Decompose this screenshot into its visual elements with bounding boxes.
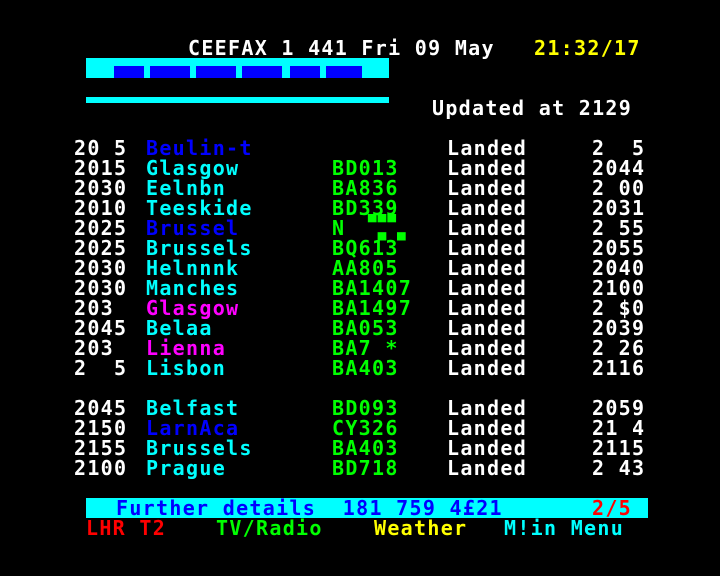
fastext-red-link[interactable]: LHR T2 <box>86 518 166 538</box>
flight-actual-time: 2031 <box>592 196 646 220</box>
flight-number: BD718 <box>332 456 399 480</box>
banner-block-1 <box>114 66 144 78</box>
flight-status: Landed <box>447 456 528 480</box>
flight-number: BA053 <box>332 316 399 340</box>
flight-actual-time: 2059 <box>592 396 646 420</box>
flight-number: BD093 <box>332 396 399 420</box>
flight-time: 2025 <box>74 236 128 260</box>
flight-actual-time: 2 00 <box>592 176 646 200</box>
banner-block-3 <box>196 66 236 78</box>
fastext-green-link[interactable]: TV/Radio <box>216 518 323 538</box>
flight-time: 2030 <box>74 176 128 200</box>
further-details: Further details 181 759 4£21 <box>116 496 503 520</box>
flight-status: Landed <box>447 196 528 220</box>
flight-status: Landed <box>447 176 528 200</box>
flight-time: 2 5 <box>74 356 128 380</box>
flight-actual-time: 2044 <box>592 156 646 180</box>
flight-origin: Prague <box>146 456 227 480</box>
flight-status: Landed <box>447 216 528 240</box>
flight-time: 20 5 <box>74 136 128 160</box>
flight-origin: Brussels <box>146 236 253 260</box>
flight-status: Landed <box>447 276 528 300</box>
flight-status: Landed <box>447 356 528 380</box>
flight-status: Landed <box>447 156 528 180</box>
flight-time: 2155 <box>74 436 128 460</box>
flight-actual-time: 2100 <box>592 276 646 300</box>
flight-origin: Teeskide <box>146 196 253 220</box>
flight-number: BA403 <box>332 436 399 460</box>
page-header: CEEFAX 1 441 Fri 09 May <box>188 36 495 60</box>
flight-actual-time: 21 4 <box>592 416 646 440</box>
banner-block-5 <box>290 66 320 78</box>
fastext-cyan-link[interactable]: M!in Menu <box>504 518 624 538</box>
flight-time: 203 <box>74 296 115 320</box>
flight-status: Landed <box>447 416 528 440</box>
flight-origin: Beulin-t <box>146 136 253 160</box>
flight-origin: Brussels <box>146 436 253 460</box>
flight-status: Landed <box>447 396 528 420</box>
flight-origin: Brussel <box>146 216 240 240</box>
banner-block-2 <box>150 66 190 78</box>
flight-status: Landed <box>447 436 528 460</box>
flight-origin: Glasgow <box>146 296 240 320</box>
flight-actual-time: 2 43 <box>592 456 646 480</box>
flight-time: 2100 <box>74 456 128 480</box>
flight-origin: Helnnnk <box>146 256 240 280</box>
flight-time: 203 <box>74 336 115 360</box>
flight-status: Landed <box>447 256 528 280</box>
flight-actual-time: 2055 <box>592 236 646 260</box>
fastext-yellow-link[interactable]: Weather <box>374 518 467 538</box>
flight-status: Landed <box>447 236 528 260</box>
flight-number: AA805 <box>332 256 399 280</box>
flight-actual-time: 2 55 <box>592 216 646 240</box>
flight-status: Landed <box>447 136 528 160</box>
flight-time: 2150 <box>74 416 128 440</box>
flight-origin: Lienna <box>146 336 227 360</box>
flight-time: 2045 <box>74 316 128 340</box>
banner-block-6 <box>326 66 362 78</box>
flight-status: Landed <box>447 316 528 340</box>
flight-actual-time: 2 5 <box>592 136 646 160</box>
flight-actual-time: 2040 <box>592 256 646 280</box>
flight-number: BA403 <box>332 356 399 380</box>
banner-block-4 <box>242 66 282 78</box>
flight-status: Landed <box>447 336 528 360</box>
flight-origin: Belaa <box>146 316 213 340</box>
flight-number: BA836 <box>332 176 399 200</box>
flight-time: 2045 <box>74 396 128 420</box>
flight-number: BA1407 <box>332 276 413 300</box>
flight-number: BA7 * <box>332 336 399 360</box>
flight-origin: Eelnbn <box>146 176 227 200</box>
flight-actual-time: 2 26 <box>592 336 646 360</box>
flight-actual-time: 2039 <box>592 316 646 340</box>
banner-bottom-bar <box>86 97 389 103</box>
flight-origin: LarnAca <box>146 416 240 440</box>
flight-number: N <box>332 216 346 240</box>
clock: 21:32/17 <box>534 36 641 60</box>
flight-time: 2010 <box>74 196 128 220</box>
flight-time: 2030 <box>74 276 128 300</box>
flight-origin: Belfast <box>146 396 240 420</box>
flight-status: Landed <box>447 296 528 320</box>
flight-time: 2025 <box>74 216 128 240</box>
flight-actual-time: 2115 <box>592 436 646 460</box>
flight-origin: Glasgow <box>146 156 240 180</box>
flight-number: BQ613 <box>332 236 399 260</box>
updated-time: Updated at 2129 <box>432 96 633 120</box>
flight-actual-time: 2116 <box>592 356 646 380</box>
flight-number: CY326 <box>332 416 399 440</box>
flight-number: BD013 <box>332 156 399 180</box>
mosaic-glitch-icon: ▀▀▀ ▄ ▄ <box>368 215 407 241</box>
flight-actual-time: 2 $0 <box>592 296 646 320</box>
page-counter: 2/5 <box>592 496 633 520</box>
flight-origin: Manches <box>146 276 240 300</box>
flight-time: 2015 <box>74 156 128 180</box>
flight-number: BA1497 <box>332 296 413 320</box>
flight-origin: Lisbon <box>146 356 227 380</box>
flight-time: 2030 <box>74 256 128 280</box>
